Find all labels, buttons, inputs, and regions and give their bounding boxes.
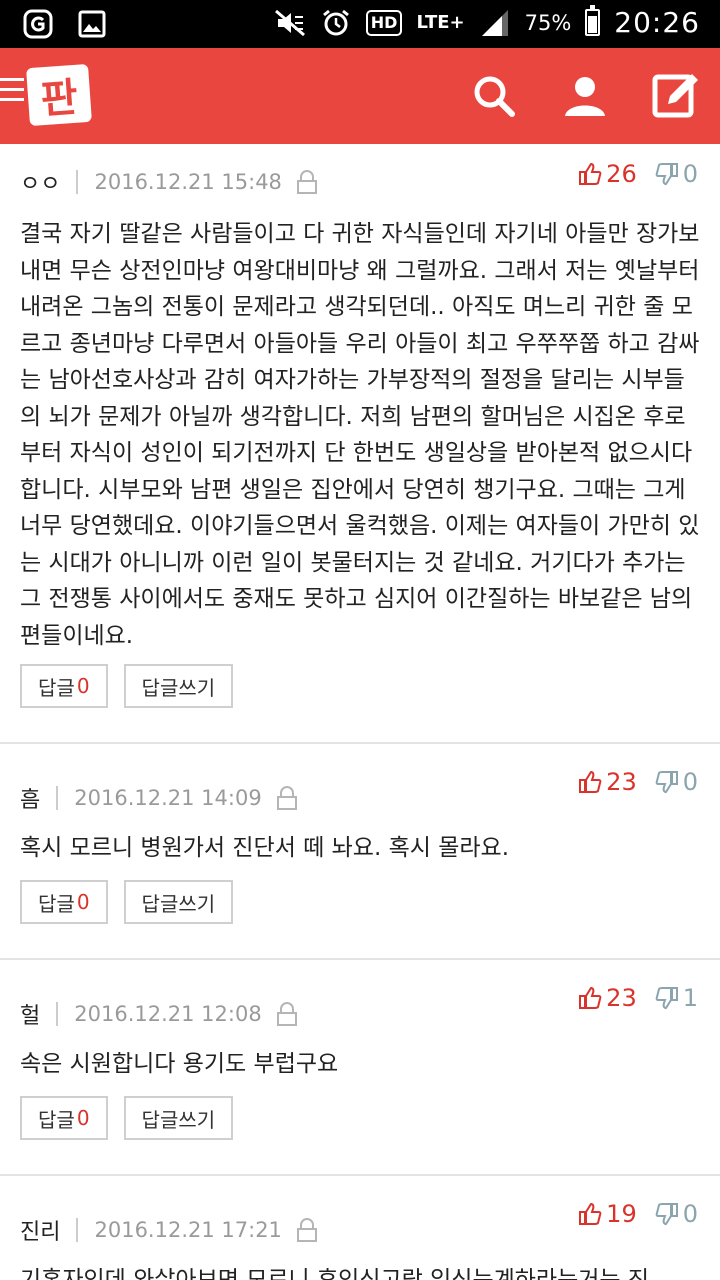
reply-count-button[interactable]: 답글 0 [20, 880, 108, 924]
reply-count-button[interactable]: 답글 0 [20, 1096, 108, 1140]
upvote-count: 26 [606, 160, 637, 188]
status-bar: HD LTE+ 75% 20:26 [0, 0, 720, 48]
downvote-count: 0 [682, 160, 698, 188]
upvote-count: 23 [606, 984, 637, 1012]
thumbs-up-icon [579, 770, 602, 793]
search-icon[interactable] [466, 68, 522, 124]
hd-badge: HD [365, 9, 403, 36]
thumbs-down-icon [655, 1203, 678, 1226]
battery-percent: 75% [524, 10, 572, 35]
downvote-button[interactable]: 0 [655, 1200, 698, 1228]
app-notification-icon [22, 8, 54, 40]
reply-label: 답글 [38, 891, 75, 916]
network-type: LTE+ [416, 11, 465, 33]
menu-icon[interactable] [0, 78, 24, 108]
upvote-button[interactable]: 23 [578, 768, 637, 796]
comment-author[interactable]: 헐 [20, 998, 40, 1030]
upvote-button[interactable]: 23 [578, 984, 637, 1012]
comment-text: 기혼자인데 와살아보면 모르니 후인신고랑 임신는계하라는거는 진 [20, 1267, 650, 1280]
write-reply-button[interactable]: 답글쓰기 [123, 1096, 234, 1140]
gallery-icon [76, 8, 108, 40]
downvote-count: 0 [682, 768, 698, 796]
divider [76, 170, 79, 194]
thumbs-down-icon [655, 163, 678, 186]
downvote-count: 1 [682, 984, 698, 1012]
comment-item: 흠 2016.12.21 14:09 23 0 혹시 모르니 병원가서 진단서 … [0, 744, 720, 960]
upvote-button[interactable]: 26 [578, 160, 637, 188]
lock-icon [276, 786, 297, 810]
comment-text: 결국 자기 딸같은 사람들이고 다 귀한 자식들인데 자기네 아들만 장가보내면… [20, 221, 700, 649]
divider [76, 1218, 79, 1242]
divider [56, 786, 59, 810]
write-reply-button[interactable]: 답글쓰기 [123, 664, 234, 708]
edit-icon[interactable] [648, 68, 704, 124]
signal-icon [479, 7, 511, 39]
thumbs-up-icon [579, 1202, 602, 1225]
write-reply-button[interactable]: 답글쓰기 [123, 880, 234, 924]
comment-date: 2016.12.21 15:48 [94, 170, 282, 194]
comment-author[interactable]: 흠 [20, 782, 40, 814]
thumbs-down-icon [655, 987, 678, 1010]
comment-author[interactable]: ㅇㅇ [20, 166, 60, 198]
divider [56, 1002, 59, 1026]
comment-date: 2016.12.21 12:08 [74, 1002, 262, 1026]
alarm-icon [320, 7, 352, 39]
lock-icon [276, 1002, 297, 1026]
comment-date: 2016.12.21 17:21 [94, 1218, 282, 1242]
upvote-count: 19 [606, 1200, 637, 1228]
battery-icon [585, 5, 601, 36]
user-icon[interactable] [557, 68, 613, 124]
comment-text: 속은 시원합니다 용기도 부럽구요 [20, 1051, 339, 1077]
comment-item: ㅇㅇ 2016.12.21 15:48 26 0 결국 자기 딸같은 사람들이고… [0, 144, 720, 744]
comment-author[interactable]: 진리 [20, 1214, 60, 1246]
reply-count: 0 [76, 1106, 90, 1130]
upvote-count: 23 [606, 768, 637, 796]
lock-icon [296, 170, 317, 194]
comment-item: 진리 2016.12.21 17:21 19 0 기혼자인데 와살아보면 모르니… [0, 1176, 720, 1280]
lock-icon [296, 1218, 317, 1242]
app-bar: 판 [0, 48, 720, 144]
reply-count-button[interactable]: 답글 0 [20, 664, 108, 708]
reply-count: 0 [76, 890, 90, 914]
downvote-button[interactable]: 1 [655, 984, 698, 1012]
reply-label: 답글 [38, 1107, 75, 1132]
comment-date: 2016.12.21 14:09 [74, 786, 262, 810]
downvote-button[interactable]: 0 [655, 160, 698, 188]
clock: 20:26 [614, 6, 700, 39]
reply-count: 0 [76, 674, 90, 698]
mute-icon [274, 7, 306, 39]
upvote-button[interactable]: 19 [578, 1200, 637, 1228]
comment-item: 헐 2016.12.21 12:08 23 1 속은 시원합니다 용기도 부럽구… [0, 960, 720, 1176]
app-logo[interactable]: 판 [26, 63, 92, 127]
thumbs-up-icon [579, 162, 602, 185]
thumbs-down-icon [655, 771, 678, 794]
downvote-button[interactable]: 0 [655, 768, 698, 796]
comment-text: 혹시 모르니 병원가서 진단서 떼 놔요. 혹시 몰라요. [20, 835, 509, 861]
thumbs-up-icon [579, 986, 602, 1009]
reply-label: 답글 [38, 675, 75, 700]
downvote-count: 0 [682, 1200, 698, 1228]
